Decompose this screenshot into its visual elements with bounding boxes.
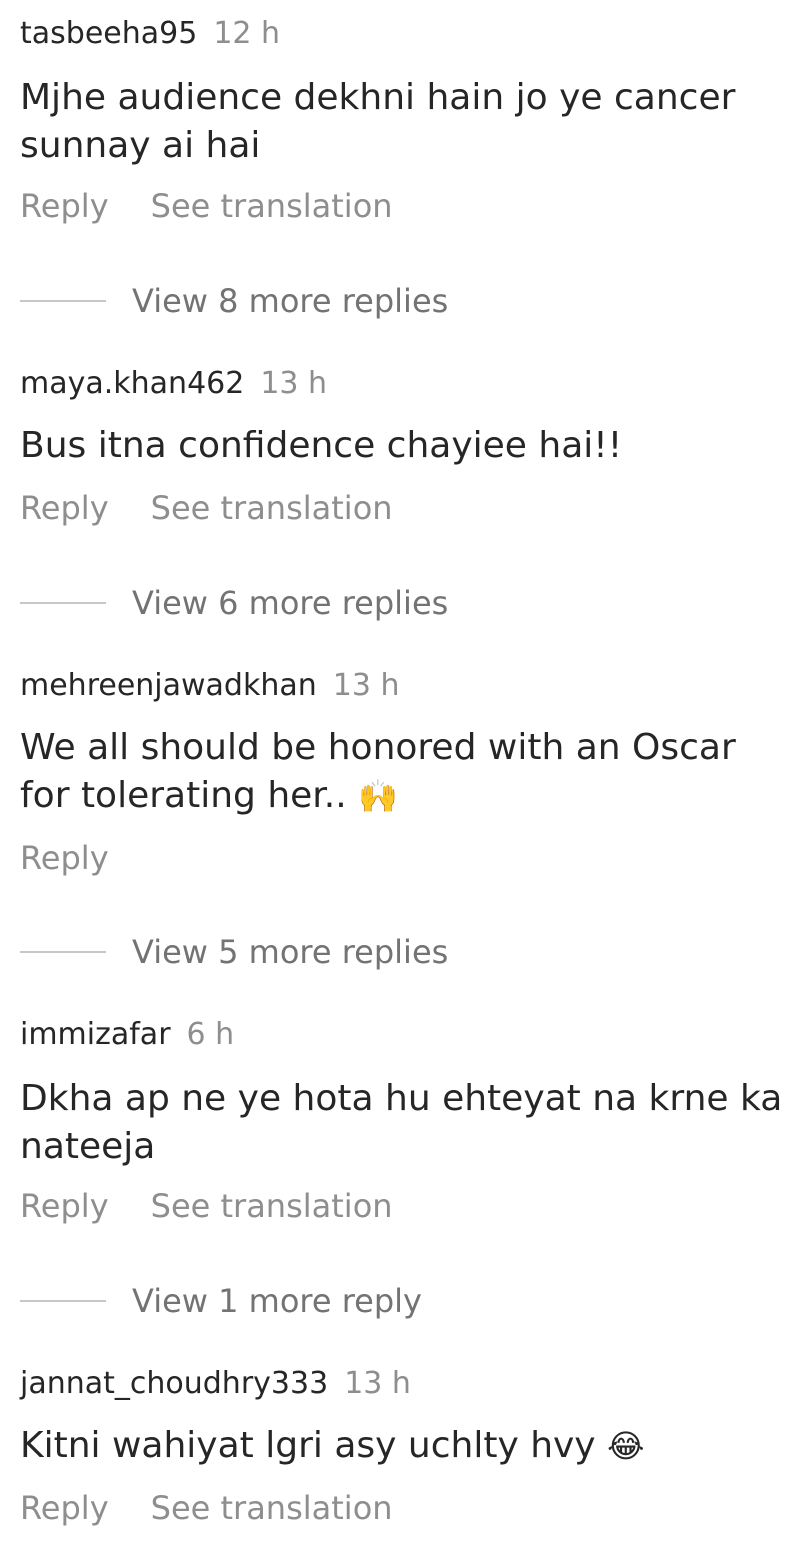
comment-text: We all should be honored with an Oscar f…: [20, 724, 785, 820]
comment-text-content: Bus itna confidence chayiee hai!!: [20, 425, 623, 466]
view-replies-label: View 6 more replies: [132, 584, 449, 622]
comment-username[interactable]: tasbeeha95: [20, 16, 197, 51]
comment-meta: tasbeeha95 12 h: [20, 16, 280, 52]
see-translation-button[interactable]: See translation: [151, 187, 393, 225]
comment-actions: Reply See translation: [20, 186, 393, 226]
view-more-replies-button[interactable]: View 6 more replies: [20, 583, 448, 623]
comment-username[interactable]: immizafar: [20, 1017, 171, 1052]
see-translation-button[interactable]: See translation: [151, 1489, 393, 1527]
reply-button[interactable]: Reply: [20, 1187, 109, 1225]
comment-actions: Reply See translation: [20, 488, 393, 528]
comment-text: Mjhe audience dekhni hain jo ye cancer s…: [20, 74, 785, 170]
comment-username[interactable]: maya.khan462: [20, 366, 244, 401]
see-translation-button[interactable]: See translation: [151, 1187, 393, 1225]
laughing-tears-emoji-icon: 😂: [607, 1427, 645, 1465]
replies-divider-line: [20, 602, 106, 604]
view-replies-label: View 1 more reply: [132, 1282, 422, 1320]
replies-divider-line: [20, 300, 106, 302]
comment-timestamp: 6 h: [186, 1017, 235, 1052]
comment-timestamp: 12 h: [213, 16, 281, 51]
view-replies-label: View 8 more replies: [132, 282, 449, 320]
reply-button[interactable]: Reply: [20, 839, 109, 877]
comment-username[interactable]: jannat_choudhry333: [20, 1366, 328, 1401]
comment-timestamp: 13 h: [332, 668, 400, 703]
replies-divider-line: [20, 1300, 106, 1302]
comment-timestamp: 13 h: [260, 366, 328, 401]
comment-text: Bus itna confidence chayiee hai!!: [20, 422, 785, 470]
view-more-replies-button[interactable]: View 8 more replies: [20, 281, 448, 321]
see-translation-button[interactable]: See translation: [151, 489, 393, 527]
reply-button[interactable]: Reply: [20, 187, 109, 225]
comment-actions: Reply: [20, 838, 109, 878]
view-more-replies-button[interactable]: View 5 more replies: [20, 932, 448, 972]
raising-hands-emoji-icon: 🙌: [358, 777, 398, 815]
comment-meta: immizafar 6 h: [20, 1017, 234, 1053]
comment-timestamp: 13 h: [344, 1366, 411, 1401]
comment-actions: Reply See translation: [20, 1488, 393, 1528]
reply-button[interactable]: Reply: [20, 1489, 109, 1527]
replies-divider-line: [20, 951, 106, 953]
view-replies-label: View 5 more replies: [132, 933, 449, 971]
comment-text: Dkha ap ne ye hota hu ehteyat na krne ka…: [20, 1075, 785, 1171]
comment-text: Kitni wahiyat lgri asy uchlty hvy 😂: [20, 1422, 785, 1470]
comment-text-content: Dkha ap ne ye hota hu ehteyat na krne ka…: [20, 1078, 783, 1167]
comment-text-content: Mjhe audience dekhni hain jo ye cancer s…: [20, 77, 736, 166]
comment-username[interactable]: mehreenjawadkhan: [20, 668, 317, 703]
view-more-replies-button[interactable]: View 1 more reply: [20, 1281, 422, 1321]
comment-meta: jannat_choudhry333 13 h: [20, 1366, 411, 1402]
reply-button[interactable]: Reply: [20, 489, 109, 527]
comment-text-content: Kitni wahiyat lgri asy uchlty hvy: [20, 1425, 608, 1466]
comment-meta: mehreenjawadkhan 13 h: [20, 668, 400, 704]
comment-meta: maya.khan462 13 h: [20, 366, 327, 402]
comment-actions: Reply See translation: [20, 1186, 393, 1226]
